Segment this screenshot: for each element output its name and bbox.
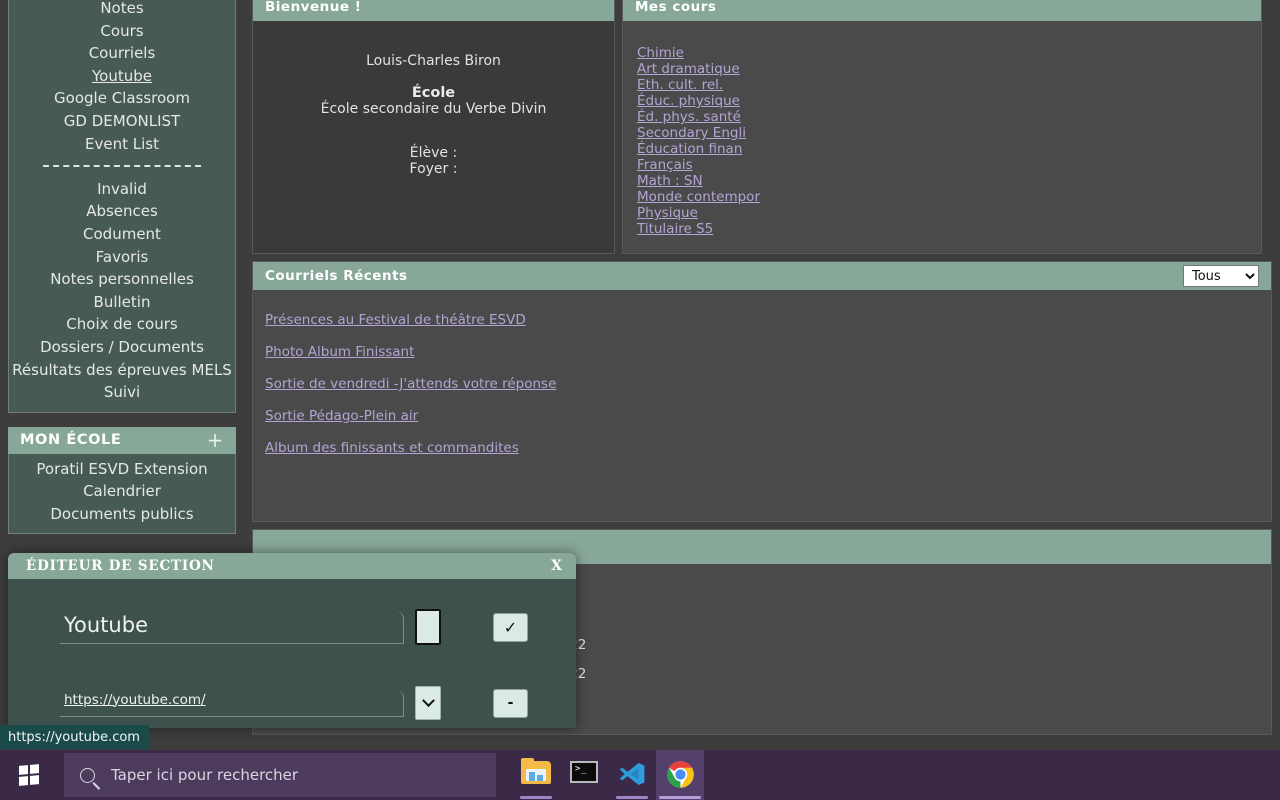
sidebar-item-cours[interactable]: Cours (9, 20, 235, 43)
web-app-page: Notes Cours Courriels Youtube Google Cla… (0, 0, 1280, 750)
course-link-education-finan[interactable]: Éducation finan (637, 141, 742, 157)
courses-panel-header: Mes cours (623, 0, 1261, 21)
sidebar-item-favoris[interactable]: Favoris (9, 246, 235, 269)
sidebar-item-courriels[interactable]: Courriels (9, 42, 235, 65)
school-panel-title: MON ÉCOLE (20, 431, 122, 448)
taskbar-app-command-prompt[interactable] (560, 750, 608, 800)
mail-link-sortie-pedago-plein-air[interactable]: Sortie Pédago-Plein air (265, 400, 418, 432)
sidebar-item-documents-publics[interactable]: Documents publics (9, 503, 235, 526)
welcome-panel-title: Bienvenue ! (265, 0, 362, 15)
welcome-panel-header: Bienvenue ! (253, 0, 614, 21)
section-name-input[interactable] (60, 610, 404, 644)
sidebar-item-portail-esvd-extension[interactable]: Poratil ESVD Extension (9, 458, 235, 481)
course-link-math-sn[interactable]: Math : SN (637, 173, 703, 189)
mail-link-sortie-vendredi[interactable]: Sortie de vendredi -J'attends votre répo… (265, 368, 556, 400)
section-editor-body: ✓ - (8, 579, 576, 728)
search-icon (80, 767, 95, 783)
recent-mail-title: Courriels Récents (265, 267, 408, 284)
courses-panel: Mes cours Chimie Art dramatique Eth. cul… (622, 0, 1262, 254)
sidebar-divider (9, 155, 235, 178)
sidebar-item-dossiers-documents[interactable]: Dossiers / Documents (9, 336, 235, 359)
recent-mail-panel: Courriels Récents Tous Présences au Fest… (252, 261, 1272, 522)
top-panels-row: Bienvenue ! Louis-Charles Biron École Éc… (252, 0, 1272, 254)
start-button[interactable] (0, 750, 58, 800)
taskbar-app-google-chrome[interactable] (656, 750, 704, 800)
course-link-ed-phys-sante[interactable]: Éd. phys. santé (637, 109, 741, 125)
sidebar-item-resultats-mels[interactable]: Résultats des épreuves MELS (9, 359, 235, 382)
sidebar-item-choix-de-cours[interactable]: Choix de cours (9, 313, 235, 336)
taskbar-app-visual-studio-code[interactable] (608, 750, 656, 800)
recent-mail-body: Présences au Festival de théâtre ESVD Ph… (253, 290, 1271, 521)
terminal-icon (570, 761, 598, 783)
course-link-secondary-engli[interactable]: Secondary Engli (637, 125, 746, 141)
chevron-down-icon (421, 693, 435, 707)
school-label: École (411, 85, 456, 101)
student-field: Élève : (409, 145, 458, 161)
course-link-eth-cult-rel[interactable]: Eth. cult. rel. (637, 77, 723, 93)
section-editor-name-row: ✓ (8, 601, 576, 653)
section-name-type-select[interactable] (415, 609, 441, 645)
mail-link-photo-album-finissant[interactable]: Photo Album Finissant (265, 336, 414, 368)
course-link-art-dramatique[interactable]: Art dramatique (637, 61, 740, 77)
courses-panel-body: Chimie Art dramatique Eth. cult. rel. Éd… (623, 21, 1261, 253)
sidebar-item-notes-personnelles[interactable]: Notes personnelles (9, 268, 235, 291)
sidebar-item-gd-demonlist[interactable]: GD DEMONLIST (9, 110, 235, 133)
courses-panel-title: Mes cours (635, 0, 717, 15)
folder-icon (521, 758, 551, 785)
sidebar-nav-panel: Notes Cours Courriels Youtube Google Cla… (8, 0, 236, 413)
welcome-panel: Bienvenue ! Louis-Charles Biron École Éc… (252, 0, 615, 254)
sidebar-item-event-list[interactable]: Event List (9, 133, 235, 156)
remove-button[interactable]: - (493, 688, 528, 718)
sidebar-item-codument[interactable]: Codument (9, 223, 235, 246)
section-editor-url-row: - (8, 677, 576, 728)
chrome-icon (666, 761, 694, 788)
sidebar-item-google-classroom[interactable]: Google Classroom (9, 87, 235, 110)
mail-filter-select[interactable]: Tous (1183, 264, 1259, 287)
section-editor-dialog: ÉDITEUR DE SECTION X ✓ - (8, 553, 576, 728)
sidebar-item-youtube[interactable]: Youtube (9, 65, 235, 88)
course-link-educ-physique[interactable]: Éduc. physique (637, 93, 740, 109)
course-link-physique[interactable]: Physique (637, 205, 698, 221)
course-link-monde-contempor[interactable]: Monde contempor (637, 189, 760, 205)
taskbar-app-file-explorer[interactable] (512, 750, 560, 800)
confirm-button[interactable]: ✓ (493, 612, 528, 642)
plus-icon[interactable]: + (207, 430, 224, 450)
vscode-icon (620, 763, 645, 785)
windows-logo-icon (19, 764, 39, 786)
school-panel-header: MON ÉCOLE + (8, 426, 236, 454)
windows-taskbar: Taper ici pour rechercher (0, 750, 1280, 800)
sidebar-item-invalid[interactable]: Invalid (9, 178, 235, 201)
mail-link-presences-festival[interactable]: Présences au Festival de théâtre ESVD (265, 304, 526, 336)
course-link-chimie[interactable]: Chimie (637, 45, 684, 61)
sidebar: Notes Cours Courriels Youtube Google Cla… (8, 0, 236, 535)
user-name: Louis-Charles Biron (366, 53, 501, 69)
taskbar-search-placeholder: Taper ici pour rechercher (111, 766, 299, 784)
recent-mail-header: Courriels Récents Tous (253, 262, 1271, 290)
school-panel: MON ÉCOLE + Poratil ESVD Extension Calen… (8, 426, 236, 535)
school-panel-body: Poratil ESVD Extension Calendrier Docume… (8, 453, 236, 535)
sidebar-item-bulletin[interactable]: Bulletin (9, 291, 235, 314)
taskbar-app-list (512, 750, 704, 800)
sidebar-item-suivi[interactable]: Suivi (9, 381, 235, 404)
close-icon[interactable]: X (551, 558, 562, 574)
browser-status-bubble: https://youtube.com (0, 725, 149, 749)
status-bubble-url: https://youtube.com (8, 729, 140, 745)
sidebar-item-absences[interactable]: Absences (9, 200, 235, 223)
welcome-panel-body: Louis-Charles Biron École École secondai… (253, 21, 614, 253)
school-name: École secondaire du Verbe Divin (320, 101, 547, 117)
course-link-francais[interactable]: Français (637, 157, 693, 173)
mail-link-album-finissants[interactable]: Album des finissants et commandites (265, 432, 519, 464)
section-url-input[interactable] (60, 689, 404, 717)
screen: Notes Cours Courriels Youtube Google Cla… (0, 0, 1280, 800)
sidebar-item-calendrier[interactable]: Calendrier (9, 480, 235, 503)
section-editor-title: ÉDITEUR DE SECTION (26, 558, 215, 574)
sidebar-item-notes[interactable]: Notes (9, 0, 235, 20)
section-editor-header: ÉDITEUR DE SECTION X (8, 553, 576, 579)
section-url-type-select[interactable] (415, 686, 441, 720)
course-link-titulaire-s5[interactable]: Titulaire S5 (637, 221, 713, 237)
taskbar-search-input[interactable]: Taper ici pour rechercher (64, 753, 496, 797)
home-field: Foyer : (409, 161, 458, 177)
